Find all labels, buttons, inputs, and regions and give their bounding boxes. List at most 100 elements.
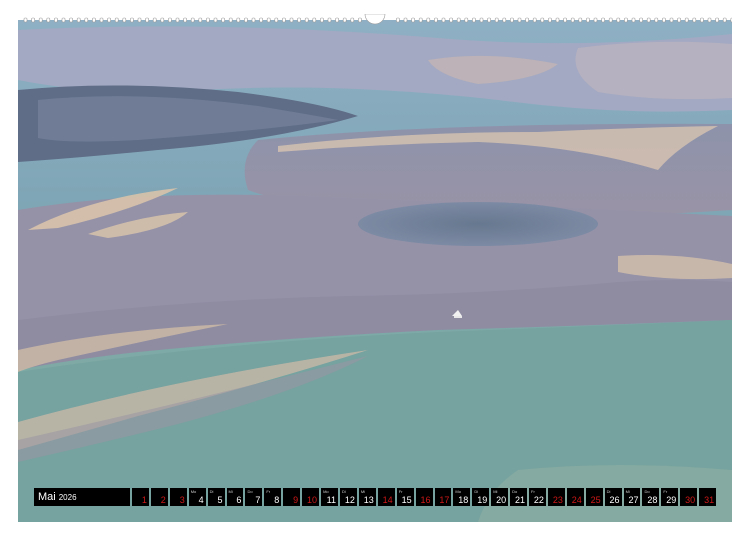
- binding-hole: [563, 17, 567, 23]
- binding-hole: [646, 17, 651, 23]
- binding-hole: [251, 17, 256, 23]
- day-cell: Fr 15: [396, 488, 414, 506]
- day-number: 25: [590, 495, 601, 505]
- day-number: 1: [141, 495, 147, 505]
- day-cell: Di 12: [339, 488, 357, 506]
- day-number: 5: [217, 495, 223, 505]
- day-cell: Mi 6: [226, 488, 244, 506]
- binding-hole: [213, 17, 218, 23]
- binding-hole: [631, 17, 636, 23]
- day-number: 14: [382, 495, 393, 505]
- binding-hole: [152, 17, 157, 23]
- binding-hole: [92, 17, 96, 23]
- binding-hole: [532, 17, 537, 23]
- aerial-photo-wadden-sea: [18, 20, 732, 522]
- binding-hole: [221, 17, 225, 23]
- weekday-label: Di: [606, 489, 611, 494]
- weekday-label: Mo: [455, 489, 461, 494]
- binding-hole: [350, 17, 355, 23]
- binding-hole: [206, 17, 210, 23]
- binding-hole: [707, 17, 712, 23]
- weekday-label: Mi: [493, 489, 498, 494]
- binding-hole: [601, 17, 605, 23]
- binding-hole: [236, 17, 241, 23]
- binding-hole: [342, 17, 347, 23]
- binding-hole: [137, 17, 142, 23]
- day-number: 7: [255, 495, 261, 505]
- weekday-label: Di: [209, 489, 214, 494]
- binding-hole: [456, 17, 461, 23]
- day-cell: 17: [434, 488, 452, 506]
- day-cell: 9: [283, 488, 301, 506]
- binding-hole: [441, 17, 446, 23]
- day-number: 20: [496, 495, 507, 505]
- day-cell: Mi 20: [491, 488, 509, 506]
- day-cell: Di 5: [207, 488, 225, 506]
- day-number: 16: [420, 495, 431, 505]
- day-cell: Di 19: [472, 488, 490, 506]
- binding-hole: [548, 17, 552, 23]
- day-number: 17: [439, 495, 450, 505]
- day-number: 8: [274, 495, 280, 505]
- binding-hole: [396, 17, 400, 23]
- day-number: 24: [571, 495, 582, 505]
- binding-hole: [198, 17, 203, 23]
- binding-hole: [358, 17, 362, 23]
- day-cell: Mi 27: [623, 488, 641, 506]
- weekday-label: Do: [247, 489, 253, 494]
- binding-hole: [130, 17, 134, 23]
- weekday-label: Fr: [398, 489, 403, 494]
- day-cell: Mo 4: [188, 488, 206, 506]
- binding-hole: [228, 17, 233, 23]
- binding-hole: [586, 17, 590, 23]
- binding-hole: [570, 17, 575, 23]
- binding-hole: [426, 17, 431, 23]
- day-number: 13: [363, 495, 374, 505]
- day-cell: 2: [150, 488, 168, 506]
- month-label: Mai 2026: [34, 488, 130, 506]
- weekday-label: Mi: [360, 489, 366, 494]
- binding-hole: [449, 17, 453, 23]
- binding-hole: [282, 17, 286, 23]
- binding-hole: [472, 17, 476, 23]
- binding-hole: [616, 17, 621, 23]
- binding-hole: [266, 17, 271, 23]
- binding-hole: [259, 17, 263, 23]
- day-number: 29: [666, 495, 677, 505]
- binding-hole: [411, 17, 415, 23]
- day-cell: Mo 11: [321, 488, 338, 506]
- day-number: 6: [236, 495, 242, 505]
- day-number: 19: [477, 495, 488, 505]
- weekday-label: Fr: [663, 489, 668, 494]
- day-cells: 1 2 3 Mo 4 Di 5 Mi 6 Do 7 Fr 8 9 10 Mo 11 Di 12 Mi 13 14 Fr 15 1…: [132, 488, 717, 506]
- binding-hole: [69, 17, 73, 23]
- binding-hole: [510, 17, 514, 23]
- day-number: 21: [515, 495, 526, 505]
- day-cell: Do 21: [510, 488, 528, 506]
- binding-hole: [684, 17, 689, 23]
- binding-hole: [434, 17, 438, 23]
- binding-hole: [160, 17, 165, 23]
- spiral-binding-holes: [23, 14, 732, 25]
- binding-hole: [525, 17, 529, 23]
- day-number: 4: [198, 495, 204, 505]
- day-cell: Do 7: [245, 488, 263, 506]
- binding-hole: [608, 17, 613, 23]
- day-number: 28: [647, 495, 658, 505]
- binding-hole: [99, 17, 104, 23]
- binding-hole: [715, 17, 719, 23]
- binding-hole: [555, 17, 560, 23]
- binding-hole: [662, 17, 666, 23]
- day-cell: Mo 18: [453, 488, 471, 506]
- binding-hole: [418, 17, 423, 23]
- binding-hole: [722, 17, 727, 23]
- binding-hole: [107, 17, 111, 23]
- binding-hole: [244, 17, 248, 23]
- binding-hole: [700, 17, 704, 23]
- day-number: 11: [326, 495, 336, 505]
- day-number: 27: [628, 495, 639, 505]
- day-number: 10: [307, 495, 318, 505]
- binding-hole: [593, 17, 598, 23]
- weekday-label: Do: [512, 489, 518, 494]
- weekday-label: Fr: [531, 489, 535, 494]
